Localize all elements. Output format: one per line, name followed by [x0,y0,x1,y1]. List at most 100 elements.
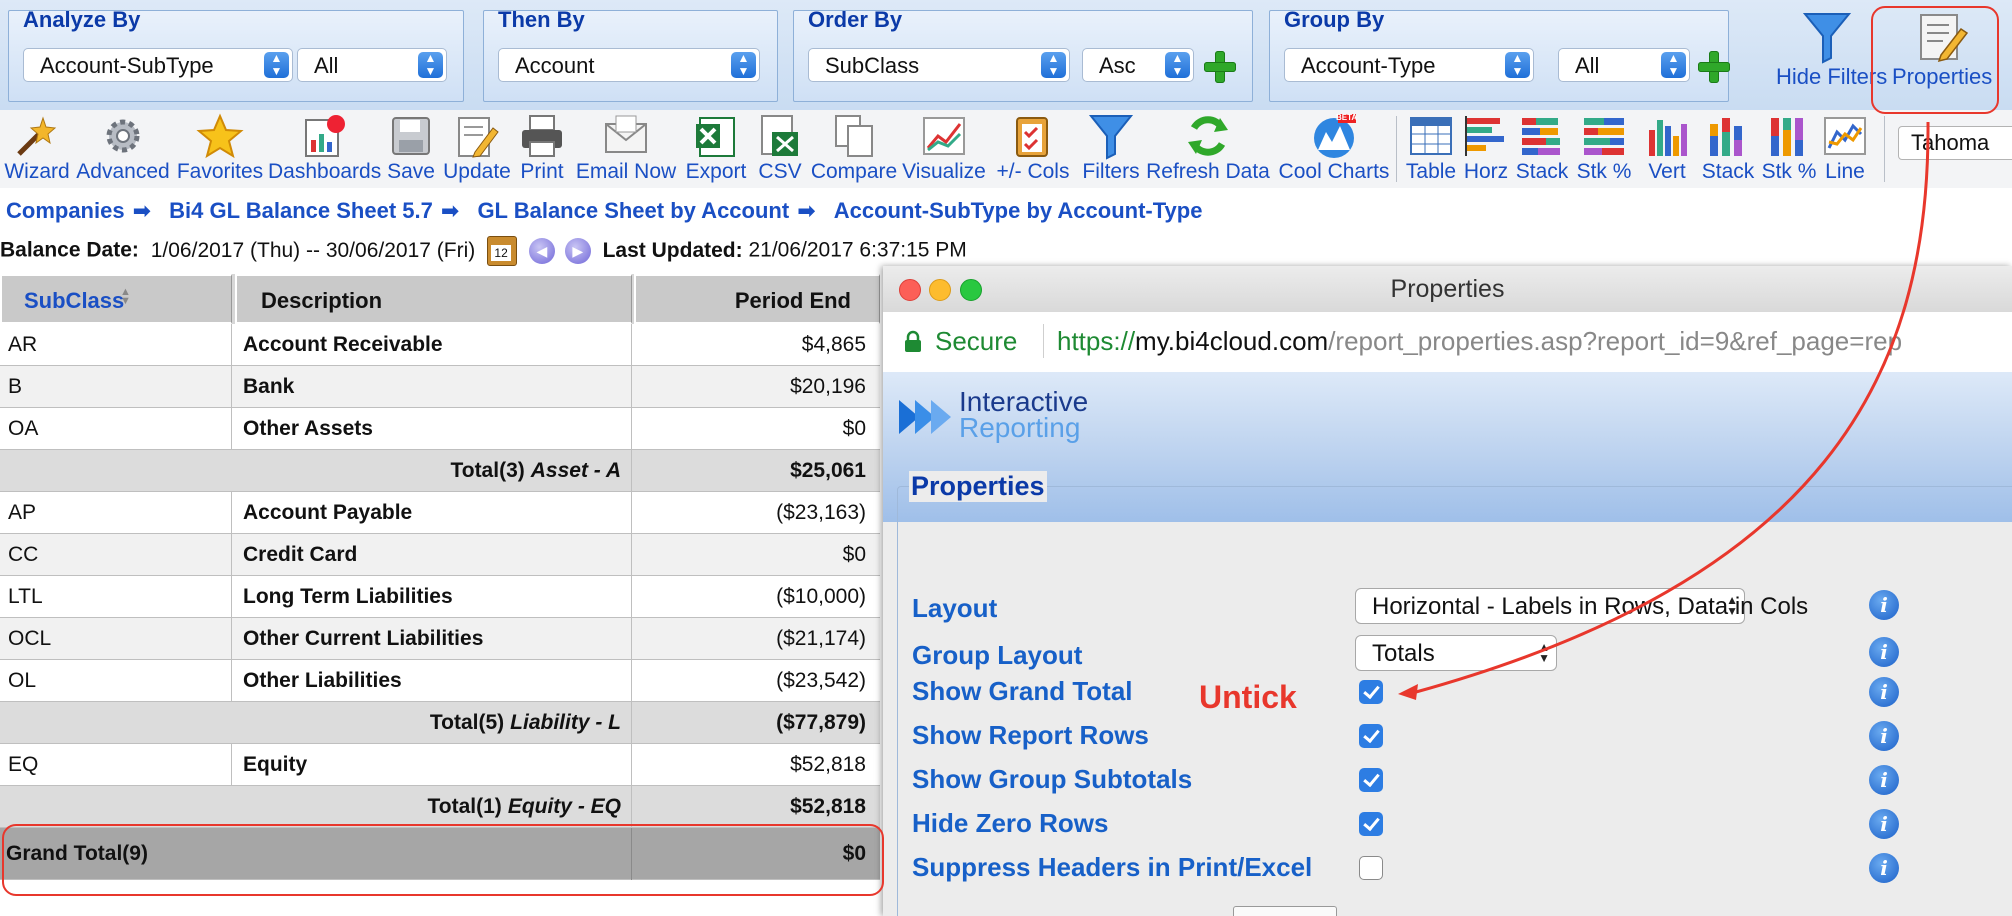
csv-icon [761,115,798,156]
previous-period-icon[interactable]: ◀ [528,238,555,264]
calendar-icon[interactable]: 12 [487,236,518,266]
breadcrumb-report-group[interactable]: Bi4 GL Balance Sheet 5.7 [169,198,433,224]
stacked-bar-chart-icon [1522,118,1560,155]
suppress-headers-checkbox[interactable] [1359,856,1383,880]
compare-button[interactable]: Compare [808,110,900,188]
layout-value: Horizontal - Labels in Rows, Data in Col… [1372,593,1809,620]
funnel-icon [1802,13,1852,64]
suppress-headers-info-icon[interactable]: i [1869,853,1899,883]
group-total-value: $52,818 [790,795,866,818]
subclass-column-header[interactable]: SubClass ▲ ▼ [0,274,232,324]
refresh-data-button[interactable]: Refresh Data [1144,110,1272,188]
address-bar[interactable]: Secure https://my.bi4cloud.com/report_pr… [883,312,2012,373]
show-grand-total-info-icon[interactable]: i [1869,677,1899,707]
group-by-filter-value: All [1575,53,1600,78]
add-group-plus-icon[interactable] [1698,51,1730,83]
table-row: EQ Equity $52,818 [0,744,884,786]
csv-label: CSV [758,160,802,183]
hide-zero-rows-checkbox[interactable] [1359,812,1383,836]
save-button[interactable]: Save [380,110,442,188]
refresh-data-label: Refresh Data [1146,160,1270,183]
description-cell: Other Assets [235,408,632,450]
group-by-group: Group By Account-Type ▲ ▼ All ▲ ▼ [1269,7,1730,102]
filters-button[interactable]: Filters [1078,110,1144,188]
add-order-plus-icon[interactable] [1204,51,1236,83]
stack-chart-button[interactable]: Stack [1512,110,1572,188]
line-chart-label: Line [1825,160,1865,183]
subclass-column-header-label: SubClass [24,288,125,313]
visualize-button[interactable]: Visualize [900,110,988,188]
next-period-icon[interactable]: ▶ [564,238,591,264]
analyze-by-filter-select[interactable]: All ▲ ▼ [297,48,447,82]
breadcrumb-report[interactable]: GL Balance Sheet by Account [477,198,789,224]
then-by-select[interactable]: Account ▲ ▼ [498,48,760,82]
stack-column-chart-button[interactable]: Stack [1698,110,1758,188]
breadcrumb-companies[interactable]: Companies [6,198,125,224]
group-layout-info-icon[interactable]: i [1869,637,1899,667]
email-now-button[interactable]: Email Now [572,110,680,188]
balance-date-range: 1/06/2017 (Thu) -- 30/06/2017 (Fri) [150,238,476,262]
group-by-select[interactable]: Account-Type ▲ ▼ [1284,48,1534,82]
stack-percent-column-button[interactable]: Stk % [1758,110,1820,188]
columns-button[interactable]: +/- Cols [988,110,1078,188]
font-select[interactable]: Tahoma [1898,126,2012,160]
interactive-reporting-logo-icon [899,400,951,434]
breadcrumb: Companies ➡ Bi4 GL Balance Sheet 5.7 ➡ GL … [6,198,1210,224]
last-updated-value: 21/06/2017 6:37:15 PM [748,238,967,262]
update-button[interactable]: Update [442,110,512,188]
show-group-subtotals-checkbox[interactable] [1359,768,1383,792]
show-report-rows-info-icon[interactable]: i [1869,721,1899,751]
update-label: Update [443,160,511,183]
chevron-updown-icon: ▲ ▼ [731,52,756,78]
period-end-cell: ($21,174) [776,627,866,650]
divider [1043,324,1044,358]
url-scheme: https:// [1057,326,1136,356]
favorites-button[interactable]: Favorites [172,110,268,188]
breadcrumb-current[interactable]: Account-SubType by Account-Type [834,198,1203,224]
line-chart-button[interactable]: Line [1820,110,1870,188]
total-group-name: Asset - A [530,459,621,482]
dashboards-button[interactable]: Dashboards [268,110,381,188]
lock-icon [905,330,921,352]
export-button[interactable]: Export [680,110,752,188]
advanced-button[interactable]: Advanced [74,110,172,188]
properties-window: Properties Secure https://my.bi4cloud.co… [883,266,2012,916]
group-total-row: Total(1) Equity - EQ $52,818 [0,786,884,828]
order-by-select[interactable]: SubClass ▲ ▼ [808,48,1070,82]
then-by-value: Account [515,53,595,78]
csv-button[interactable]: CSV [752,110,808,188]
order-direction-select[interactable]: Asc ▲ ▼ [1082,48,1194,82]
wizard-button[interactable]: Wizard [0,110,74,188]
analyze-by-select[interactable]: Account-SubType ▲ ▼ [23,48,293,82]
stack-percent-chart-button[interactable]: Stk % [1572,110,1636,188]
cool-charts-button[interactable]: Cool Charts BETA [1272,110,1396,188]
chevron-updown-icon: ▲ ▼ [1041,52,1066,78]
group-layout-select[interactable]: Totals ▲ ▼ [1355,635,1557,671]
window-titlebar: Properties [883,266,2012,313]
total-group-name: Equity - EQ [507,795,621,818]
stack-percent-chart-label: Stk % [1576,160,1632,183]
description-cell: Bank [235,366,632,408]
period-end-cell: $20,196 [790,375,866,398]
layout-info-icon[interactable]: i [1869,590,1899,620]
description-cell: Long Term Liabilities [235,576,632,618]
order-by-title: Order By [808,7,903,32]
show-group-subtotals-info-icon[interactable]: i [1869,765,1899,795]
subclass-cell: EQ [0,744,232,786]
group-total-row: Total(5) Liability - L ($77,879) [0,702,884,744]
table-view-button[interactable]: Table [1402,110,1460,188]
save-button[interactable] [1233,906,1337,916]
group-by-value: Account-Type [1301,53,1436,78]
hide-zero-rows-info-icon[interactable]: i [1869,809,1899,839]
table-view-label: Table [1405,160,1457,183]
print-button[interactable]: Print [512,110,572,188]
subclass-cell: OCL [0,618,232,660]
show-grand-total-checkbox[interactable] [1359,680,1383,704]
layout-select[interactable]: Horizontal - Labels in Rows, Data in Col… [1355,588,1808,624]
horizontal-chart-button[interactable]: Horz [1460,110,1512,188]
vertical-chart-button[interactable]: Vert [1636,110,1698,188]
show-report-rows-checkbox[interactable] [1359,724,1383,748]
group-by-filter-select[interactable]: All ▲ ▼ [1558,48,1690,82]
font-select-value: Tahoma [1911,130,1990,155]
description-cell: Other Current Liabilities [235,618,632,660]
